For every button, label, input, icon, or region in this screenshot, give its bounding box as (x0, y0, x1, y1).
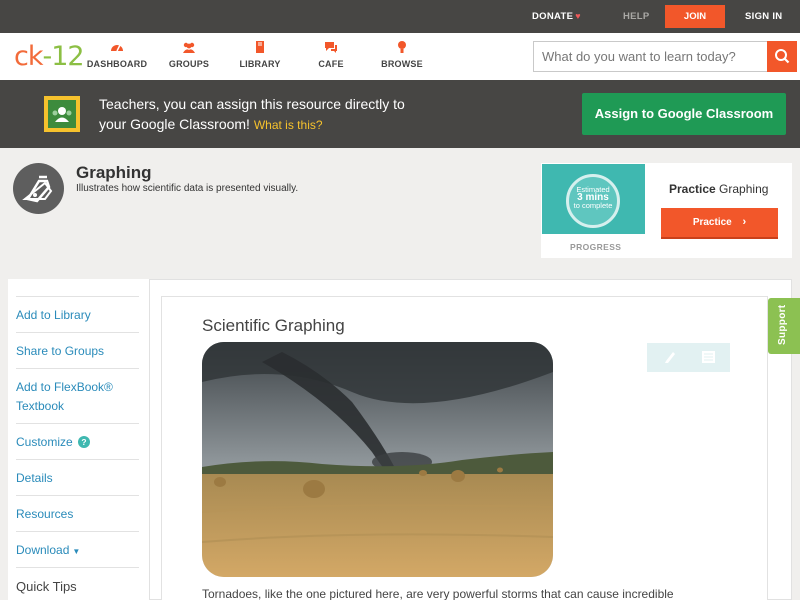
tornado-photo (202, 342, 553, 577)
flexbook-line1: Add to FlexBook® (16, 380, 113, 394)
search-button[interactable] (767, 41, 797, 72)
practice-title: Practice Graphing (669, 182, 768, 196)
practice-title-bold: Practice (669, 182, 716, 196)
progress-graphic: Estimated 3 mins to complete (542, 164, 645, 234)
customize-label: Customize (16, 435, 73, 449)
cafe-icon (325, 42, 337, 53)
concept-title: Graphing (76, 163, 152, 182)
heart-icon: ♥ (575, 11, 581, 21)
nav-label-dashboard: DASHBOARD (86, 59, 148, 69)
sidebar: Add to Library Share to Groups Add to Fl… (8, 279, 150, 600)
search-input[interactable] (534, 42, 766, 71)
download-label: Download (16, 543, 70, 557)
classroom-line1: Teachers, you can assign this resource d… (99, 96, 405, 112)
utility-bar: DONATE ♥ HELP JOIN SIGN IN (0, 0, 800, 33)
pencil-icon[interactable] (663, 350, 677, 364)
search-icon (775, 49, 790, 64)
sidebar-item-add-to-flexbook[interactable]: Add to FlexBook® Textbook (16, 368, 139, 416)
support-label: Support (777, 304, 788, 345)
to-complete-label: to complete (573, 201, 613, 210)
ck12-logo[interactable]: ck-12 (14, 41, 85, 72)
sidebar-item-customize[interactable]: Customize ? (16, 423, 139, 452)
dashboard-icon (111, 44, 123, 52)
flexbook-line2: Textbook (16, 399, 65, 413)
practice-button-label: Practice (692, 217, 732, 228)
help-question-icon[interactable]: ? (78, 436, 91, 448)
nav-item-browse[interactable]: BROWSE (367, 40, 437, 69)
logo-ck: ck (14, 41, 44, 72)
nav-item-dashboard[interactable]: DASHBOARD (82, 40, 152, 69)
sidebar-item-add-to-library[interactable]: Add to Library (16, 296, 139, 325)
signin-link[interactable]: SIGN IN (745, 11, 782, 22)
notes-icon[interactable] (702, 351, 715, 363)
sidebar-item-share-to-groups[interactable]: Share to Groups (16, 332, 139, 361)
sidebar-item-details[interactable]: Details (16, 459, 139, 488)
practice-button[interactable]: Practice › (661, 208, 778, 239)
browse-icon (398, 41, 406, 53)
sidebar-item-resources[interactable]: Resources (16, 495, 139, 524)
join-button[interactable]: JOIN (665, 5, 725, 28)
chevron-right-icon: › (742, 216, 747, 228)
nav-label-groups: GROUPS (168, 59, 210, 69)
groups-icon (183, 42, 195, 53)
progress-label: PROGRESS (570, 242, 622, 252)
content-toolbar (647, 343, 730, 372)
search-box (533, 41, 797, 72)
support-tab[interactable]: Support (768, 298, 800, 354)
logo-num: 12 (51, 41, 84, 72)
classroom-message: Teachers, you can assign this resource d… (99, 94, 459, 135)
nav-label-browse: BROWSE (381, 59, 423, 69)
practice-title-rest: Graphing (719, 182, 769, 196)
practice-card: Estimated 3 mins to complete PROGRESS Pr… (541, 163, 792, 258)
caret-down-icon: ▼ (72, 547, 81, 556)
donate-link[interactable]: DONATE ♥ (532, 11, 581, 22)
logo-dash: - (42, 41, 52, 72)
nav-item-library[interactable]: LIBRARY (225, 40, 295, 69)
nav-label-cafe: CAFE (318, 59, 344, 69)
classroom-line2: your Google Classroom! (99, 116, 250, 132)
flask-icon (22, 175, 53, 203)
nav-label-library: LIBRARY (239, 59, 281, 69)
sidebar-quick-tips[interactable]: Quick Tips (16, 567, 139, 596)
sidebar-item-download[interactable]: Download ▼ (16, 531, 139, 561)
main-nav: ck-12 DASHBOARD GROUPS LIBRARY CAFE BROW… (0, 33, 800, 80)
help-link[interactable]: HELP (623, 11, 650, 22)
what-is-this-link[interactable]: What is this? (254, 118, 323, 132)
nav-item-groups[interactable]: GROUPS (154, 40, 224, 69)
concept-icon (13, 163, 64, 214)
article-title: Scientific Graphing (202, 316, 345, 335)
nav-item-cafe[interactable]: CAFE (296, 40, 366, 69)
google-classroom-banner: Teachers, you can assign this resource d… (0, 80, 800, 148)
concept-description: Illustrates how scientific data is prese… (76, 183, 299, 194)
progress-circle: Estimated 3 mins to complete (566, 174, 620, 228)
assign-google-classroom-button[interactable]: Assign to Google Classroom (582, 93, 786, 135)
library-icon (256, 41, 264, 53)
article-paragraph: Tornadoes, like the one pictured here, a… (202, 587, 674, 600)
google-classroom-icon (44, 96, 80, 132)
donate-label: DONATE (532, 11, 574, 22)
